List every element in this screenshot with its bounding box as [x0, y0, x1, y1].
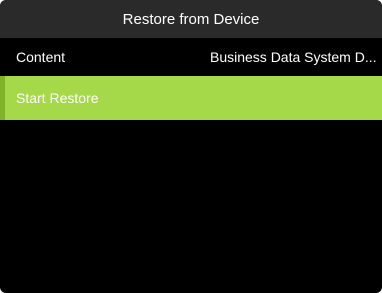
- content-row[interactable]: Content Business Data System D...: [0, 38, 382, 76]
- screen-title: Restore from Device: [122, 10, 260, 28]
- start-restore-label: Start Restore: [16, 90, 99, 106]
- device-screen: Restore from Device Content Business Dat…: [0, 0, 382, 293]
- content-value: Business Data System D...: [210, 49, 377, 65]
- title-bar: Restore from Device: [0, 0, 382, 38]
- start-restore-row[interactable]: Start Restore: [0, 76, 382, 120]
- content-label: Content: [16, 49, 66, 65]
